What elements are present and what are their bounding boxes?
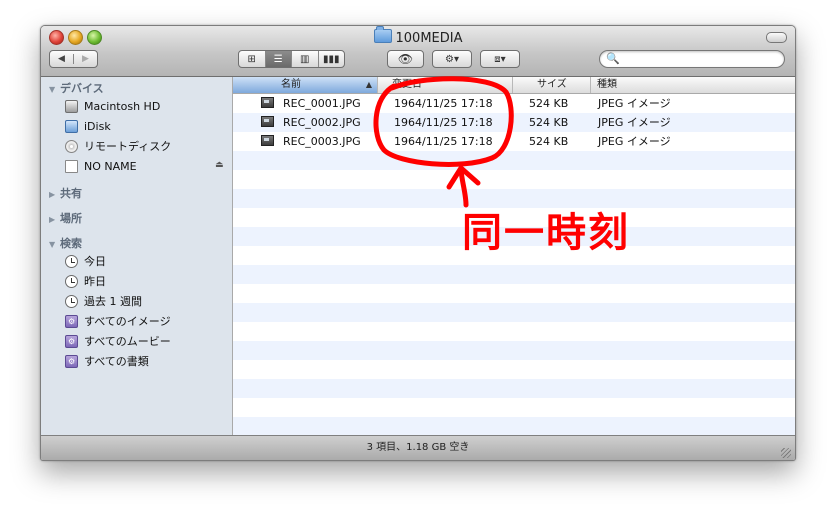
title-bar: 100MEDIA ◀ ▶ ⊞ ☰ ▥ ▮▮▮ 👁 ⚙▾ ⧈▾ 🔍 — [41, 26, 795, 77]
clock-icon — [65, 275, 78, 288]
file-name: REC_0003.JPG — [261, 132, 361, 151]
file-kind: JPEG イメージ — [598, 135, 671, 148]
column-header-modified[interactable]: 変更日 — [378, 77, 513, 93]
file-row[interactable]: REC_0003.JPG 1964/11/25 17:18 524 KB JPEG イ… — [233, 132, 795, 151]
file-size: 524 KB — [529, 116, 569, 129]
column-header-size[interactable]: サイズ — [513, 77, 591, 93]
file-kind: JPEG イメージ — [598, 116, 671, 129]
sidebar-header-search[interactable]: ▼ 検索 — [49, 237, 82, 251]
status-text: 3 項目、1.18 GB 空き — [366, 442, 470, 453]
empty-row — [233, 360, 795, 379]
back-forward-group: ◀ ▶ — [49, 50, 98, 68]
jpeg-file-icon — [261, 135, 274, 146]
sidebar-item-idisk[interactable]: iDisk — [65, 119, 229, 135]
smart-folder-icon — [65, 334, 78, 350]
sidebar-header-devices[interactable]: ▼ デバイス — [49, 82, 104, 96]
empty-row — [233, 379, 795, 398]
empty-row — [233, 170, 795, 189]
column-header: 名前 ▲ 変更日 サイズ 種類 — [233, 77, 795, 94]
folder-icon — [373, 26, 392, 43]
sort-ascending-icon: ▲ — [365, 80, 372, 89]
back-button[interactable]: ◀ — [50, 54, 73, 64]
gear-icon: ⚙▾ — [445, 53, 459, 65]
empty-row — [233, 189, 795, 208]
window-title: 100MEDIA — [41, 26, 795, 46]
empty-row — [233, 398, 795, 417]
empty-row — [233, 265, 795, 284]
empty-row — [233, 151, 795, 170]
sidebar-item-all-documents[interactable]: すべての書類 — [65, 354, 229, 370]
empty-row — [233, 284, 795, 303]
file-modified: 1964/11/25 17:18 — [394, 97, 493, 110]
sidebar-item-remote-disc[interactable]: リモートディスク — [65, 139, 229, 155]
list-view-button[interactable]: ☰ — [264, 51, 291, 67]
sidebar-item-no-name[interactable]: NO NAME — [65, 159, 229, 175]
jpeg-file-icon — [261, 97, 274, 108]
annotation-text: 同一時刻 — [462, 210, 630, 256]
sidebar-item-yesterday[interactable]: 昨日 — [65, 274, 229, 290]
hard-drive-icon — [65, 100, 78, 113]
file-row[interactable]: REC_0002.JPG 1964/11/25 17:18 524 KB JPEG イ… — [233, 113, 795, 132]
file-modified: 1964/11/25 17:18 — [394, 135, 493, 148]
file-name: REC_0001.JPG — [261, 94, 361, 113]
sidebar-item-today[interactable]: 今日 — [65, 254, 229, 270]
sidebar-header-shared[interactable]: ▶ 共有 — [49, 187, 82, 201]
file-modified: 1964/11/25 17:18 — [394, 116, 493, 129]
file-name: REC_0002.JPG — [261, 113, 361, 132]
disclosure-open-icon: ▼ — [49, 240, 56, 249]
jpeg-file-icon — [261, 116, 274, 127]
empty-row — [233, 341, 795, 360]
file-kind: JPEG イメージ — [598, 97, 671, 110]
empty-row — [233, 322, 795, 341]
idisk-icon — [65, 120, 78, 133]
dropbox-menu-button[interactable]: ⧈▾ — [480, 50, 520, 68]
empty-row — [233, 303, 795, 322]
resize-grip[interactable] — [781, 448, 791, 458]
clock-icon — [65, 255, 78, 268]
disclosure-open-icon: ▼ — [49, 85, 56, 94]
quick-look-button[interactable]: 👁 — [387, 50, 424, 68]
file-size: 524 KB — [529, 135, 569, 148]
dropbox-icon: ⧈▾ — [494, 53, 506, 65]
toolbar-toggle-button[interactable] — [766, 32, 787, 43]
column-header-kind[interactable]: 種類 — [591, 77, 795, 93]
status-bar: 3 項目、1.18 GB 空き — [41, 435, 795, 460]
search-field[interactable]: 🔍 — [599, 50, 785, 68]
clock-icon — [65, 295, 78, 308]
sidebar-item-all-movies[interactable]: すべてのムービー — [65, 334, 229, 350]
icon-view-button[interactable]: ⊞ — [239, 51, 265, 67]
disclosure-closed-icon: ▶ — [49, 190, 56, 199]
sidebar-item-all-images[interactable]: すべてのイメージ — [65, 314, 229, 330]
eye-icon: 👁 — [397, 52, 414, 66]
disclosure-closed-icon: ▶ — [49, 215, 56, 224]
smart-folder-icon — [65, 314, 78, 330]
eject-icon[interactable]: ⏏ — [215, 160, 224, 170]
finder-window: 100MEDIA ◀ ▶ ⊞ ☰ ▥ ▮▮▮ 👁 ⚙▾ ⧈▾ 🔍 ▼ デバイス M… — [40, 25, 796, 461]
sidebar-header-places[interactable]: ▶ 場所 — [49, 212, 82, 226]
action-menu-button[interactable]: ⚙▾ — [432, 50, 472, 68]
file-list: 名前 ▲ 変更日 サイズ 種類 REC_0001.JPG 1964/11/25 17… — [233, 77, 795, 435]
file-row[interactable]: REC_0001.JPG 1964/11/25 17:18 524 KB JPEG イ… — [233, 94, 795, 113]
search-icon: 🔍 — [606, 52, 620, 65]
column-header-name[interactable]: 名前 ▲ — [233, 77, 378, 93]
forward-button[interactable]: ▶ — [73, 54, 97, 64]
column-view-button[interactable]: ▥ — [291, 51, 318, 67]
remote-disc-icon — [65, 140, 78, 153]
external-drive-icon — [65, 160, 78, 173]
file-size: 524 KB — [529, 97, 569, 110]
empty-row — [233, 417, 795, 435]
sidebar: ▼ デバイス Macintosh HD iDisk リモートディスク NO NAM… — [41, 77, 233, 435]
smart-folder-icon — [65, 354, 78, 370]
sidebar-item-past-week[interactable]: 過去 1 週間 — [65, 294, 229, 310]
view-mode-group: ⊞ ☰ ▥ ▮▮▮ — [238, 50, 345, 68]
coverflow-view-button[interactable]: ▮▮▮ — [317, 51, 345, 67]
sidebar-item-macintosh-hd[interactable]: Macintosh HD — [65, 99, 229, 115]
